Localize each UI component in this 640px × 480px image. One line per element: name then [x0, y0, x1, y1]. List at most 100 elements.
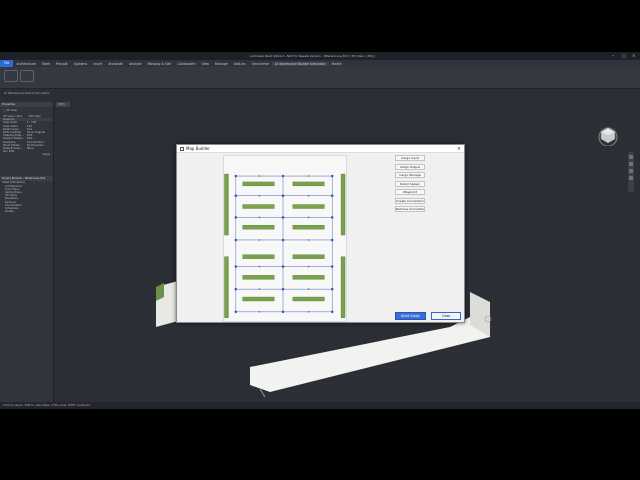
waypoint-node	[281, 194, 285, 197]
side-rack	[340, 173, 346, 236]
ribbon-tab[interactable]: Collaborate	[174, 62, 198, 66]
property-value: None	[27, 146, 34, 150]
tool-button-robot-spawn[interactable]: Robot Spawn	[395, 180, 425, 187]
waypoint-node	[307, 239, 310, 241]
storage-rack	[242, 296, 275, 302]
close-button[interactable]: Close	[431, 312, 461, 320]
ribbon-tab[interactable]: Massing & Site	[145, 62, 175, 66]
waypoint-node	[307, 216, 310, 219]
waypoint-node	[307, 194, 310, 197]
waypoint-node	[330, 265, 334, 268]
tool-buttons: Cargo Input Cargo Output Cargo Storage Robo…	[395, 155, 425, 215]
waypoint-node	[234, 174, 238, 178]
ribbon-tab[interactable]: Add-Ins	[231, 62, 249, 66]
close-window-icon[interactable]: ×	[632, 53, 637, 58]
ribbon-tab[interactable]: View	[198, 62, 212, 66]
ribbon-panel	[0, 67, 640, 89]
viewcube-icon[interactable]	[597, 124, 619, 146]
waypoint-node	[307, 288, 310, 291]
storage-rack	[242, 204, 275, 209]
waypoint-node	[330, 194, 334, 197]
storage-rack	[242, 254, 275, 259]
ribbon-tab[interactable]: File	[0, 60, 14, 67]
storage-rack	[292, 204, 325, 209]
ribbon-tab[interactable]: Systems	[71, 62, 91, 66]
robot-icon[interactable]	[4, 70, 18, 82]
ribbon-tab[interactable]: Steel	[39, 62, 53, 66]
tool-button-cargo-storage[interactable]: Cargo Storage	[395, 172, 425, 178]
navigation-bar[interactable]	[628, 152, 634, 192]
maximize-icon[interactable]: □	[622, 53, 627, 58]
tool-button-waypoint[interactable]: Waypoint	[395, 189, 425, 195]
type-selector[interactable]: ⬚ 3D View	[0, 107, 53, 115]
build-graph-button[interactable]: Build Graph	[395, 312, 426, 320]
ribbon-tab[interactable]: Insert	[90, 62, 105, 66]
waypoint-node	[307, 175, 310, 177]
waypoint-node	[258, 239, 261, 241]
tool-button-cargo-input[interactable]: Cargo Input	[395, 155, 425, 161]
waypoint-node	[234, 265, 238, 268]
property-key: Sun Path	[3, 150, 15, 154]
waypoint-node	[281, 287, 285, 291]
title-bar: Autodesk Revit 2024.2 - Not For Resale V…	[0, 52, 640, 60]
waypoint-node	[258, 194, 261, 197]
ribbon-tab[interactable]: Omniverse	[249, 62, 272, 66]
waypoint-node	[258, 310, 261, 313]
waypoint-node	[330, 216, 334, 219]
close-icon[interactable]: ×	[457, 145, 461, 153]
ribbon-tab[interactable]: Manage	[212, 62, 231, 66]
waypoint-node	[281, 265, 285, 268]
browser-item[interactable]: Sheets	[0, 210, 53, 213]
tool-button-cargo-output[interactable]: Cargo Output	[395, 163, 425, 170]
ribbon-tabs: File Architecture Steel Precast Systems Inser…	[0, 60, 640, 67]
properties-panel: Properties ⬚ 3D View 3D View: {3D} Edit …	[0, 102, 54, 402]
map-canvas[interactable]	[223, 155, 347, 322]
dialog-title: Map Builder	[186, 146, 210, 151]
side-rack	[224, 256, 229, 318]
waypoint-node	[234, 310, 238, 314]
waypoint-node	[234, 216, 238, 219]
apply-button[interactable]: Apply	[0, 153, 53, 156]
waypoint-node	[258, 175, 261, 177]
waypoint-node	[330, 310, 334, 314]
map-icon[interactable]	[20, 70, 34, 82]
ribbon-tab[interactable]: Analyze	[126, 62, 145, 66]
window-title: Autodesk Revit 2024.2 - Not For Resale V…	[250, 54, 375, 58]
waypoint-node	[281, 238, 285, 242]
waypoint-node	[258, 265, 261, 268]
waypoint-node	[330, 238, 334, 242]
waypoint-node	[281, 310, 285, 314]
waypoint-node	[330, 287, 334, 291]
ribbon-tab[interactable]: AI Warehouse Builder Simulator	[271, 61, 329, 66]
minimize-icon[interactable]: –	[612, 53, 617, 58]
waypoint-node	[307, 265, 310, 268]
waypoint-node	[281, 216, 285, 219]
ribbon-tab[interactable]: Architecture	[13, 62, 39, 66]
waypoint-node	[234, 287, 238, 291]
side-rack	[224, 173, 229, 236]
storage-rack	[242, 181, 275, 187]
waypoint-node	[330, 174, 334, 178]
waypoint-node	[281, 174, 285, 178]
storage-rack	[292, 275, 325, 280]
status-bar: Click to select, TAB for alternates, CTR…	[0, 402, 640, 409]
tool-button-remove-connection[interactable]: Remove Connection	[395, 206, 425, 212]
waypoint-node	[234, 238, 238, 242]
storage-rack	[292, 254, 325, 259]
storage-rack	[292, 225, 325, 230]
ribbon-tab[interactable]: Modify	[329, 62, 346, 66]
storage-rack	[292, 181, 325, 187]
map-builder-dialog: Map Builder × Cargo Input Cargo Output Car…	[176, 144, 465, 323]
edit-type-button[interactable]: Edit Type	[29, 115, 41, 118]
waypoint-node	[258, 288, 261, 291]
ribbon-group-label: AI Warehouse Robot Simulator	[4, 91, 50, 95]
waypoint-node	[307, 310, 310, 313]
waypoint-node	[234, 194, 238, 197]
storage-rack	[242, 225, 275, 230]
ribbon-tab[interactable]: Precast	[53, 62, 71, 66]
storage-rack	[292, 296, 325, 302]
tool-button-create-connection[interactable]: Create Connection	[395, 197, 425, 204]
storage-rack	[242, 275, 275, 280]
ribbon-tab[interactable]: Annotate	[105, 62, 126, 66]
waypoint-node	[258, 216, 261, 219]
